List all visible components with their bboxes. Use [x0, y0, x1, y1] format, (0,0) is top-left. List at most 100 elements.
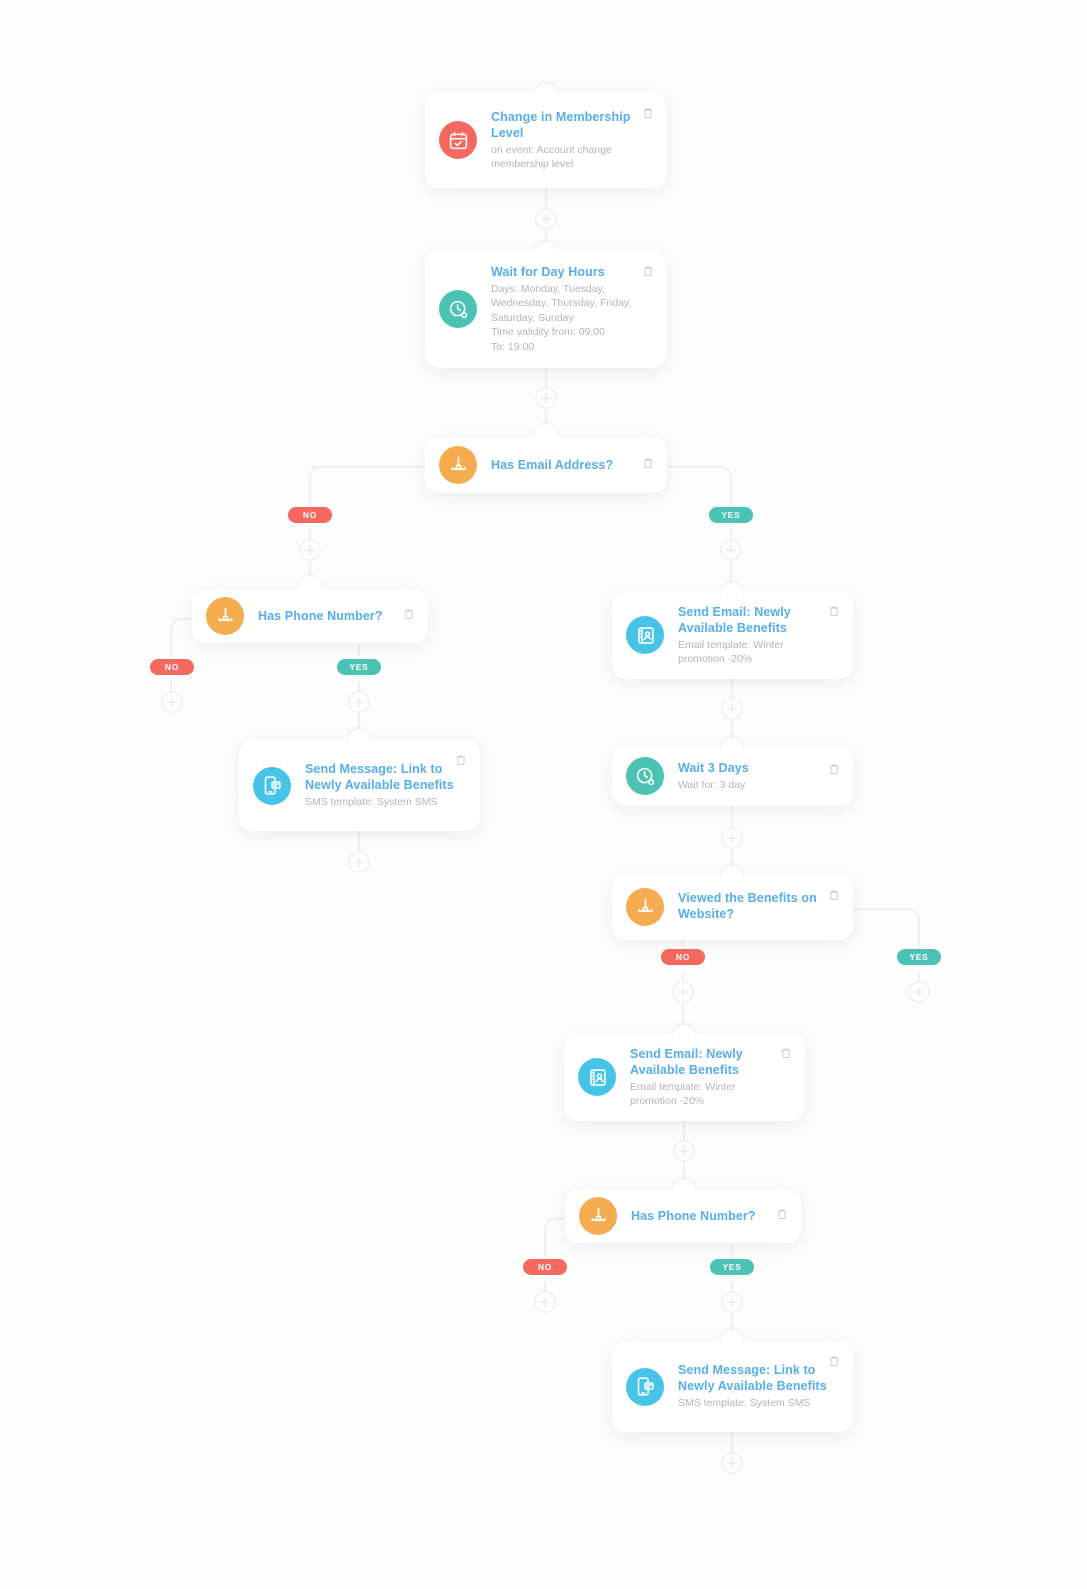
connector-line — [730, 562, 732, 582]
add-step-button[interactable] — [299, 539, 321, 561]
node-anchor — [721, 583, 743, 605]
branch-badge-yes[interactable]: YES — [337, 659, 381, 675]
connector-line — [311, 466, 436, 468]
node-anchor — [535, 84, 557, 106]
add-step-button[interactable] — [672, 981, 694, 1003]
mobile-message-icon — [253, 766, 291, 805]
connector-line — [682, 971, 684, 981]
connector-line — [170, 681, 172, 691]
node-description: Wait for: 3 day — [678, 778, 746, 791]
node-title: Send Message: Link to Newly Available Be… — [678, 1363, 827, 1394]
node-title: Wait for Day Hours — [491, 264, 605, 279]
node-anchor — [535, 242, 557, 264]
branch-badge-yes[interactable]: YES — [710, 1259, 754, 1275]
node-anchor — [348, 729, 370, 751]
branch-badge-yes[interactable]: YES — [709, 507, 753, 523]
connector-line — [918, 920, 920, 950]
node-body: Send Message: Link to Newly Available Be… — [305, 761, 466, 810]
node-body: Send Email: Newly Available Benefits Ema… — [630, 1046, 791, 1109]
delete-icon[interactable] — [828, 762, 840, 776]
add-step-button[interactable] — [535, 208, 557, 230]
node-anchor — [299, 576, 321, 598]
connector-line — [170, 630, 172, 660]
email-contact-icon — [626, 616, 664, 654]
add-step-button[interactable] — [721, 1452, 743, 1474]
node-title: Wait 3 Days — [678, 760, 749, 775]
branch-split-icon — [626, 888, 664, 926]
branch-badge-no[interactable]: NO — [288, 507, 332, 523]
connector-line — [731, 1281, 733, 1291]
branch-badge-yes[interactable]: YES — [897, 949, 941, 965]
node-body: Send Email: Newly Available Benefits Ema… — [678, 604, 839, 667]
connector-elbow — [544, 1218, 558, 1232]
connector-line — [358, 831, 360, 852]
node-body: Wait for Day Hours Days: Monday, Tuesday… — [491, 264, 653, 355]
node-body: Has Email Address? — [491, 457, 653, 473]
delete-icon[interactable] — [828, 888, 840, 902]
connector-line — [850, 908, 908, 910]
add-step-button[interactable] — [161, 691, 183, 713]
node-anchor — [673, 1180, 695, 1202]
node-anchor — [721, 738, 743, 760]
node-anchor — [721, 1330, 743, 1352]
connector-line — [544, 1230, 546, 1260]
node-body: Viewed the Benefits on Website? — [678, 890, 839, 924]
delete-icon[interactable] — [776, 1207, 788, 1221]
workflow-canvas: NO YES NO YES NO YES NO YES Change in Me… — [0, 0, 1087, 1589]
add-step-button[interactable] — [348, 691, 370, 713]
branch-badge-no[interactable]: NO — [661, 949, 705, 965]
connector-line — [731, 806, 733, 828]
node-title: Viewed the Benefits on Website? — [678, 891, 817, 921]
connector-line — [918, 971, 920, 981]
connector-elbow — [309, 466, 323, 480]
node-body: Has Phone Number? — [258, 608, 414, 624]
connector-line — [731, 1432, 733, 1453]
node-card-trigger[interactable]: Change in Membership Level on event: Acc… — [425, 92, 667, 188]
node-description: Email template: Winter promotion -20% — [678, 638, 784, 666]
node-body: Change in Membership Level on event: Acc… — [491, 109, 653, 172]
branch-badge-no[interactable]: NO — [523, 1259, 567, 1275]
add-step-button[interactable] — [720, 539, 742, 561]
node-title: Send Message: Link to Newly Available Be… — [305, 762, 454, 793]
node-description-from: Time validity from: 09:00 — [491, 326, 605, 339]
node-anchor — [535, 424, 557, 446]
node-description: SMS template: System SMS — [305, 796, 438, 809]
branch-split-icon — [439, 446, 477, 484]
node-title: Send Email: Newly Available Benefits — [678, 604, 791, 635]
add-step-button[interactable] — [535, 387, 557, 409]
add-step-button[interactable] — [348, 851, 370, 873]
node-title: Send Email: Newly Available Benefits — [630, 1046, 743, 1077]
delete-icon[interactable] — [455, 753, 467, 767]
add-step-button[interactable] — [721, 827, 743, 849]
node-body: Wait 3 Days Wait for: 3 day — [678, 760, 839, 793]
add-step-button[interactable] — [908, 981, 930, 1003]
delete-icon[interactable] — [642, 456, 654, 470]
connector-line — [544, 1281, 546, 1291]
clock-settings-icon — [626, 757, 664, 795]
node-description-to: To: 19:00 — [491, 340, 535, 353]
connector-line — [731, 679, 733, 699]
node-description: Email template: Winter promotion -20% — [630, 1080, 736, 1108]
delete-icon[interactable] — [780, 1046, 792, 1060]
node-anchor — [673, 1025, 695, 1047]
delete-icon[interactable] — [403, 607, 415, 621]
node-description: on event: Account change membership leve… — [491, 143, 612, 171]
branch-split-icon — [579, 1197, 617, 1235]
connector-line — [731, 1240, 733, 1260]
node-body: Send Message: Link to Newly Available Be… — [678, 1362, 839, 1411]
delete-icon[interactable] — [828, 1354, 840, 1368]
branch-badge-no[interactable]: NO — [150, 659, 194, 675]
delete-icon[interactable] — [642, 264, 654, 278]
node-card-send-sms-left[interactable]: Send Message: Link to Newly Available Be… — [239, 740, 480, 831]
delete-icon[interactable] — [828, 604, 840, 618]
add-step-button[interactable] — [721, 1291, 743, 1313]
add-step-button[interactable] — [673, 1140, 695, 1162]
node-card-wait-day-hours[interactable]: Wait for Day Hours Days: Monday, Tuesday… — [425, 250, 667, 368]
node-title: Change in Membership Level — [491, 109, 631, 140]
add-step-button[interactable] — [534, 1291, 556, 1313]
delete-icon[interactable] — [642, 106, 654, 120]
add-step-button[interactable] — [721, 698, 743, 720]
node-anchor — [721, 866, 743, 888]
node-card-send-sms-right[interactable]: Send Message: Link to Newly Available Be… — [612, 1341, 853, 1432]
node-description-days: Days: Monday, Tuesday, Wednesday, Thursd… — [491, 282, 632, 324]
